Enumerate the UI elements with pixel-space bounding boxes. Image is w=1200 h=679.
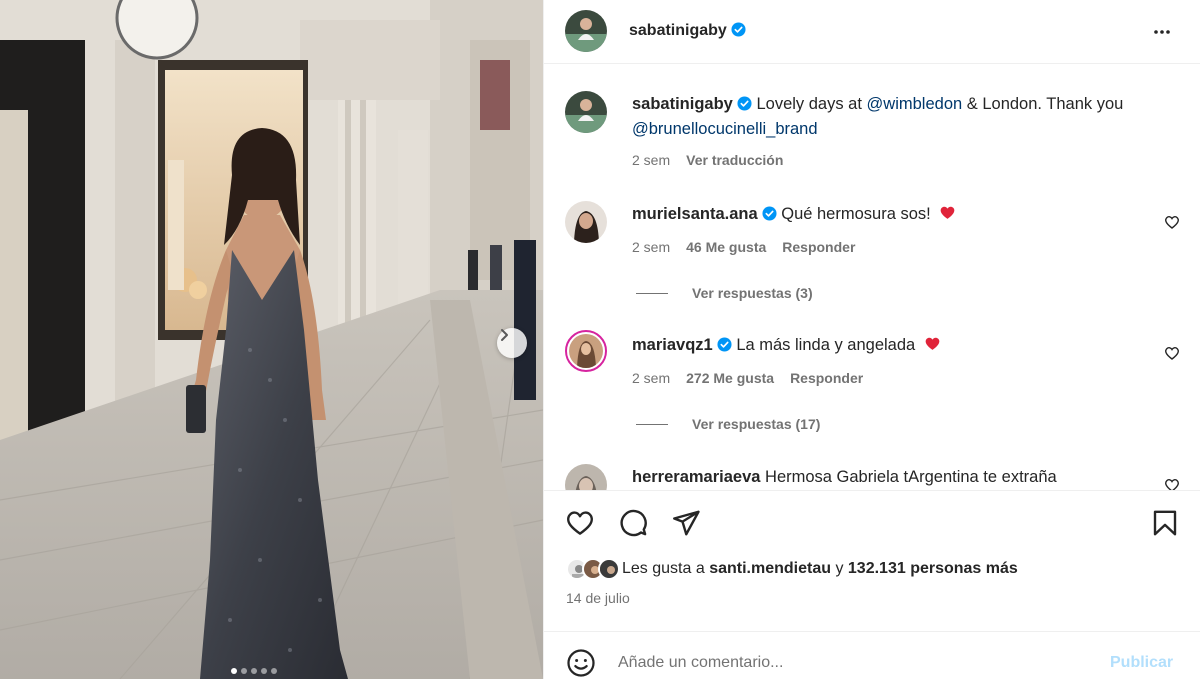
author-username[interactable]: sabatinigaby <box>629 22 746 40</box>
carousel-dot <box>241 668 247 674</box>
red-heart-emoji-icon <box>925 337 940 350</box>
comment-icon[interactable] <box>618 508 648 538</box>
commenter-avatar[interactable] <box>565 201 607 243</box>
comment-item: murielsanta.ana Qué hermosura sos! 2 sem… <box>544 201 1200 311</box>
comment-body: Hermosa Gabriela tArgentina te extraña <box>765 468 1057 486</box>
view-replies[interactable]: Ver respuestas (3) <box>636 285 813 301</box>
add-comment-bar: Publicar <box>544 631 1200 679</box>
reply-button[interactable]: Responder <box>790 370 863 386</box>
translate-button[interactable]: Ver traducción <box>686 152 783 168</box>
comment-text: herreramariaeva Hermosa Gabriela tArgent… <box>632 465 1152 490</box>
carousel-dot <box>231 668 237 674</box>
view-replies-label[interactable]: Ver respuestas (3) <box>692 285 813 301</box>
caption-username[interactable]: sabatinigaby <box>632 95 733 113</box>
post-actions <box>544 490 1200 554</box>
mention-link[interactable]: @wimbledon <box>867 95 963 113</box>
avatar-image <box>565 464 607 490</box>
post-side-panel: sabatinigaby sabatinigaby Lovely days at… <box>543 0 1200 679</box>
mention-link[interactable]: @brunellocucinelli_brand <box>632 120 818 138</box>
caption-time[interactable]: 2 sem <box>632 152 670 168</box>
avatar-image <box>565 201 607 243</box>
like-comment-heart-icon[interactable] <box>1164 477 1180 490</box>
replies-divider <box>636 423 668 425</box>
comment-meta: 2 sem 46 Me gusta Responder <box>632 239 855 255</box>
verified-icon <box>717 337 732 352</box>
liked-by-conj: y <box>835 560 844 577</box>
comment-text: murielsanta.ana Qué hermosura sos! <box>632 202 1152 227</box>
comment-meta: 2 sem 272 Me gusta Responder <box>632 370 863 386</box>
commenter-avatar[interactable] <box>565 330 607 372</box>
commenter-avatar[interactable] <box>565 464 607 490</box>
commenter-username[interactable]: herreramariaeva <box>632 468 760 486</box>
comment-time[interactable]: 2 sem <box>632 239 670 255</box>
carousel-dot <box>251 668 257 674</box>
comment-body: La más linda y angelada <box>736 336 916 354</box>
carousel-dot <box>261 668 267 674</box>
red-heart-emoji-icon <box>940 206 955 219</box>
like-heart-icon[interactable] <box>565 508 595 538</box>
verified-icon <box>737 96 752 111</box>
caption-meta: 2 sem Ver traducción <box>632 152 783 168</box>
replies-divider <box>636 292 668 294</box>
view-replies-label[interactable]: Ver respuestas (17) <box>692 416 820 432</box>
verified-icon <box>762 206 777 221</box>
liked-by[interactable]: Les gusta a santi.mendietau y 132.131 pe… <box>566 558 1018 580</box>
comment-time[interactable]: 2 sem <box>632 370 670 386</box>
caption-text-part: & London. Thank you <box>966 95 1124 113</box>
post-caption: sabatinigaby Lovely days at @wimbledon &… <box>544 89 1200 179</box>
post-image <box>0 0 543 679</box>
caption-text-part: Lovely days at <box>756 95 862 113</box>
likes-count[interactable]: 132.131 personas más <box>848 560 1018 578</box>
author-username-text[interactable]: sabatinigaby <box>629 22 727 39</box>
share-send-icon[interactable] <box>671 508 701 538</box>
carousel-dot <box>271 668 277 674</box>
like-comment-heart-icon[interactable] <box>1164 345 1180 361</box>
publish-button[interactable]: Publicar <box>1110 654 1173 672</box>
carousel-next-button[interactable] <box>497 328 527 358</box>
author-avatar[interactable] <box>565 10 607 52</box>
view-replies[interactable]: Ver respuestas (17) <box>636 416 820 432</box>
caption-text: sabatinigaby Lovely days at @wimbledon &… <box>632 92 1152 142</box>
commenter-username[interactable]: murielsanta.ana <box>632 205 758 223</box>
comments-list[interactable]: sabatinigaby Lovely days at @wimbledon &… <box>544 65 1200 490</box>
post-date[interactable]: 14 de julio <box>566 590 630 606</box>
post-header: sabatinigaby <box>544 0 1200 64</box>
comment-text: mariavqz1 La más linda y angelada <box>632 333 1152 358</box>
comment-input[interactable] <box>618 648 1098 678</box>
comment-body: Qué hermosura sos! <box>781 205 931 223</box>
chevron-right-icon <box>501 329 508 341</box>
comment-likes[interactable]: 46 Me gusta <box>686 239 766 255</box>
avatar-image <box>569 334 603 368</box>
like-comment-heart-icon[interactable] <box>1164 214 1180 230</box>
comment-item: herreramariaeva Hermosa Gabriela tArgent… <box>544 463 1200 490</box>
liked-by-user[interactable]: santi.mendietau <box>709 560 831 578</box>
liked-by-prefix: Les gusta a <box>622 560 705 577</box>
avatar-image <box>565 10 607 52</box>
reply-button[interactable]: Responder <box>782 239 855 255</box>
post-photo <box>0 0 543 679</box>
comment-item: mariavqz1 La más linda y angelada 2 sem … <box>544 327 1200 437</box>
avatar-image <box>565 91 607 133</box>
caption-avatar[interactable] <box>565 91 607 133</box>
liker-avatars <box>566 558 620 580</box>
emoji-icon[interactable] <box>566 648 596 678</box>
commenter-username[interactable]: mariavqz1 <box>632 336 713 354</box>
save-bookmark-icon[interactable] <box>1150 508 1180 538</box>
more-options-icon[interactable] <box>1150 20 1174 44</box>
verified-icon <box>731 22 746 37</box>
liker-avatar <box>598 558 620 580</box>
comment-likes[interactable]: 272 Me gusta <box>686 370 774 386</box>
carousel-indicator <box>231 668 277 674</box>
